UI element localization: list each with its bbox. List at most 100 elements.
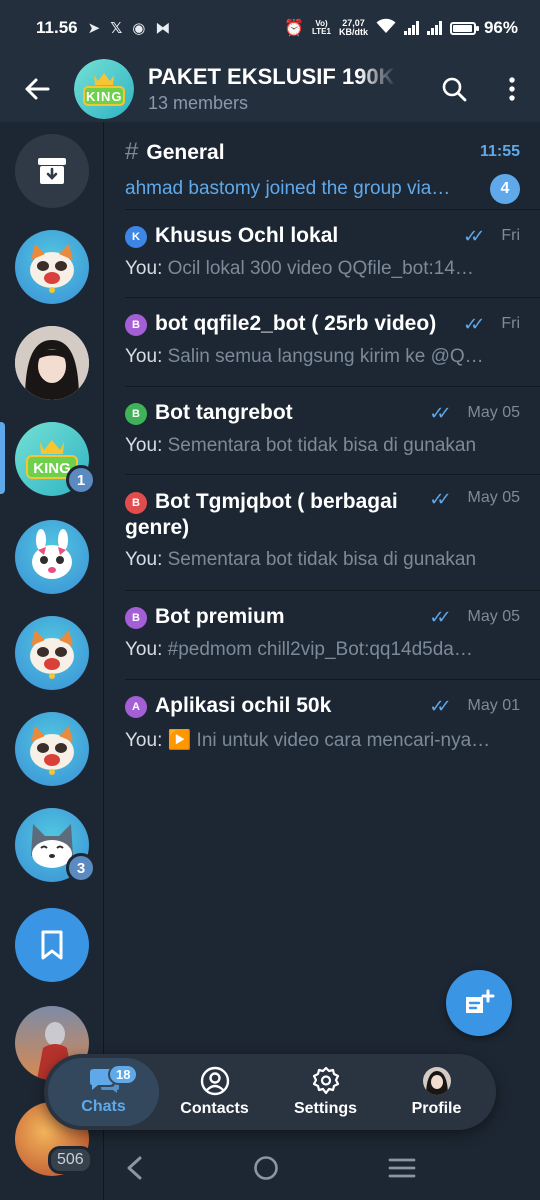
header-titles[interactable]: PAKET EKSLUSIF 190K 13 members [148, 64, 424, 114]
battery-percent: 96% [483, 18, 518, 37]
topic-time: May 05 [467, 404, 520, 421]
topic-row-aplikasi-ochil[interactable]: A Aplikasi ochil 50k ✓✓ May 01 You: ▶️ In… [105, 680, 540, 768]
archive-icon [38, 158, 66, 184]
cat-avatar-icon [30, 726, 74, 775]
read-ticks-icon: ✓✓ [429, 402, 451, 423]
tab-settings-label: Settings [293, 1100, 358, 1117]
more-options-button[interactable] [484, 56, 540, 122]
topic-a-icon: A [125, 696, 147, 718]
topic-title: Bbot qqfile2_bot ( 25rb video) [125, 312, 463, 336]
tab-contacts[interactable]: Contacts [159, 1058, 270, 1126]
bunny-avatar-icon [32, 529, 72, 579]
topic-title-text: General [146, 141, 225, 164]
chats-unread-badge: 18 [108, 1064, 139, 1085]
profile-avatar-icon [422, 1067, 451, 1095]
read-ticks-icon: ✓✓ [429, 695, 451, 716]
topic-title-text: bot qqfile2_bot ( 25rb video) [155, 312, 437, 335]
topic-title: # General [125, 138, 472, 166]
x-icon: 𝕏 [110, 20, 123, 37]
active-indicator [0, 422, 5, 494]
topic-title: B Bot Tgmjqbot ( berbagai genre) [125, 489, 429, 541]
tab-chats[interactable]: Chats 18 [48, 1058, 159, 1126]
preview-text: Sementara bot tidak bisa di gunakan [167, 549, 477, 570]
tab-settings[interactable]: Settings [270, 1058, 381, 1126]
preview-text: ▶️ Ini untuk video cara mencari-nya… [167, 730, 491, 751]
topic-row-khusus-ochl-lokal[interactable]: K Khusus Ochl lokal ✓✓ Fri You: Ocil loka… [105, 210, 540, 298]
volte-indicator: Vo) LTE1 [312, 20, 331, 36]
topic-row-bot-tgmjqbot[interactable]: B Bot Tgmjqbot ( berbagai genre) ✓✓ May 0… [105, 475, 540, 591]
tab-contacts-label: Contacts [180, 1100, 249, 1117]
system-recents-button[interactable] [388, 1157, 416, 1184]
home-circle-icon [254, 1155, 278, 1180]
topic-title: B Bot premium [125, 605, 429, 629]
system-back-button[interactable] [124, 1155, 144, 1186]
topic-b-icon: B [125, 607, 147, 629]
tab-profile[interactable]: Profile [381, 1058, 492, 1126]
topic-row-bot-qqfile2[interactable]: Bbot qqfile2_bot ( 25rb video) ✓✓ Fri Yo… [105, 298, 540, 387]
topic-k-icon: K [125, 226, 147, 248]
sidebar-item-chat-4[interactable] [15, 616, 89, 690]
topic-b-icon: B [125, 492, 147, 514]
topic-title: K Khusus Ochl lokal [125, 224, 463, 248]
topic-b-icon: B [125, 403, 147, 425]
topic-preview: ahmad bastomy joined the group via… [125, 178, 451, 199]
read-ticks-icon: ✓✓ [463, 313, 485, 334]
cat-avatar-icon [30, 244, 74, 293]
back-button[interactable] [0, 56, 74, 122]
topic-row-bot-premium[interactable]: B Bot premium ✓✓ May 05 You: #pedmom chil… [105, 591, 540, 680]
topic-time: May 01 [467, 697, 520, 714]
sender-label: You: [125, 258, 168, 279]
member-count: 13 members [148, 93, 249, 113]
topic-title-text: Aplikasi ochil 50k [155, 694, 332, 717]
unread-badge: 4 [490, 174, 520, 204]
topic-title: A Aplikasi ochil 50k [125, 694, 429, 718]
search-button[interactable] [424, 56, 484, 122]
sidebar-item-chat-2[interactable] [15, 326, 89, 400]
group-avatar[interactable]: KING [74, 59, 134, 119]
bookmark-icon [41, 930, 63, 960]
system-navigation-bar [0, 1140, 540, 1200]
sidebar-item-chat-1[interactable] [15, 230, 89, 304]
telegram-icon: ➤ [87, 20, 101, 37]
chat-sidebar: KING 1 3 506 [0, 122, 104, 1200]
alarm-icon: ⏰ [284, 20, 304, 37]
sidebar-item-chat-5[interactable] [15, 712, 89, 786]
gear-icon [312, 1066, 339, 1095]
sidebar-badge-current-group: 1 [66, 465, 96, 495]
group-title: PAKET EKSLUSIF 190K [148, 64, 395, 89]
network-speed-unit: KB/dtk [338, 27, 368, 37]
topic-row-bot-tangrebot[interactable]: B Bot tangrebot ✓✓ May 05 You: Sementara … [105, 387, 540, 475]
arrow-left-icon [25, 78, 50, 100]
topic-title-text: Khusus Ochl lokal [155, 224, 339, 247]
status-time: 11.56 [36, 18, 78, 37]
wifi-icon [376, 18, 396, 39]
sender-label: You: [125, 639, 168, 660]
capcut-icon: ⧓ [155, 20, 171, 37]
system-home-button[interactable] [253, 1155, 279, 1186]
chat-app-icon: ◉ [132, 20, 146, 37]
preview-text: Sementara bot tidak bisa di gunakan [167, 435, 477, 456]
new-topic-icon [466, 989, 495, 1013]
group-avatar-text: KING [86, 89, 123, 104]
topic-preview: You: Sementara bot tidak bisa di gunakan [125, 549, 520, 571]
tab-chats-label: Chats [81, 1098, 126, 1115]
hash-icon: # [125, 138, 139, 165]
battery-icon [449, 21, 479, 35]
chevron-left-icon [127, 1156, 142, 1179]
sidebar-item-archive[interactable] [15, 134, 89, 208]
sidebar-item-chat-3[interactable] [15, 520, 89, 594]
topic-title-text: Bot tangrebot [155, 401, 293, 424]
topic-preview: You: Ocil lokal 300 video QQfile_bot:14… [125, 258, 520, 280]
new-topic-button[interactable] [446, 970, 512, 1036]
topic-preview: You: Salin semua langsung kirim ke @Q… [125, 346, 520, 368]
cat-avatar-icon [30, 630, 74, 679]
sidebar-badge-chat-6: 3 [66, 853, 96, 883]
topic-time: Fri [501, 315, 520, 332]
topic-time: 11:55 [479, 143, 520, 160]
preview-text: Ocil lokal 300 video QQfile_bot:14… [167, 258, 474, 279]
topic-title-text: Bot Tgmjqbot ( berbagai genre) [125, 490, 398, 539]
sender-label: You: [125, 730, 168, 751]
topic-row-general[interactable]: # General 11:55 ahmad bastomy joined the … [105, 122, 540, 210]
sender-label: You: [125, 346, 168, 367]
sidebar-item-saved-messages[interactable] [15, 908, 89, 982]
